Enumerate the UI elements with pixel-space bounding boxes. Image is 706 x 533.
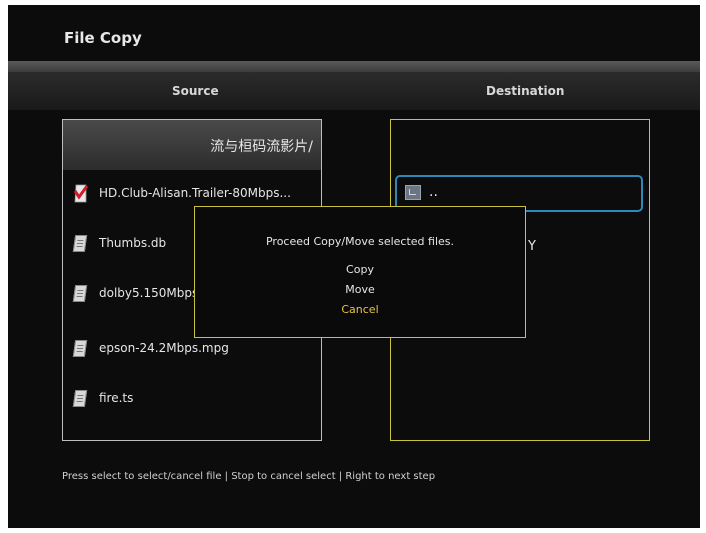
file-name: Thumbs.db xyxy=(99,236,167,250)
tv-screen: File Copy Source Destination 流与桓码流影片/ HD… xyxy=(8,5,700,528)
selected-check-icon xyxy=(74,184,88,203)
destination-item-partial[interactable]: Y xyxy=(528,239,536,254)
file-name: fire.ts xyxy=(99,391,134,405)
copy-move-dialog: Proceed Copy/Move selected files. Copy M… xyxy=(194,206,526,338)
footer-hint: Press select to select/cancel file | Sto… xyxy=(62,471,436,482)
file-name: epson-24.2Mbps.mpg xyxy=(99,341,229,355)
file-row[interactable]: HD.Club-Alisan.Trailer-80Mbps... xyxy=(71,183,317,207)
page-title: File Copy xyxy=(64,29,142,47)
file-icon xyxy=(72,390,88,407)
file-name: HD.Club-Alisan.Trailer-80Mbps... xyxy=(99,186,291,200)
parent-folder-label: .. xyxy=(429,184,438,200)
file-icon xyxy=(72,340,88,357)
source-path: 流与桓码流影片/ xyxy=(210,139,313,155)
file-icon xyxy=(72,235,88,252)
column-header-bar xyxy=(8,72,700,110)
folder-up-icon xyxy=(405,185,421,200)
copy-option[interactable]: Copy xyxy=(195,263,525,276)
title-divider xyxy=(8,61,700,72)
source-path-bar: 流与桓码流影片/ xyxy=(63,120,321,170)
cancel-option[interactable]: Cancel xyxy=(195,303,525,316)
dialog-message: Proceed Copy/Move selected files. xyxy=(265,235,455,248)
file-row[interactable]: epson-24.2Mbps.mpg xyxy=(71,338,317,362)
file-name: dolby5.150Mbps xyxy=(99,286,199,300)
file-icon xyxy=(72,285,88,302)
source-column-header: Source xyxy=(172,84,219,98)
file-row[interactable]: fire.ts xyxy=(71,388,317,412)
destination-column-header: Destination xyxy=(486,84,565,98)
move-option[interactable]: Move xyxy=(195,283,525,296)
